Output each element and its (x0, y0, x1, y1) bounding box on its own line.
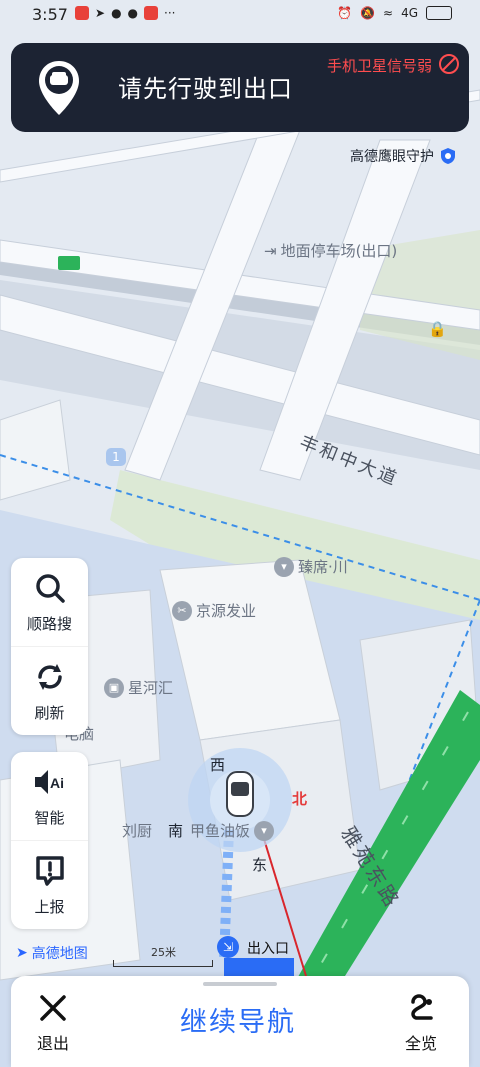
poi-jiayu[interactable]: 甲鱼油饭 ▾ (190, 820, 275, 841)
search-along-button[interactable]: 顺路搜 (11, 558, 88, 646)
satellite-signal-icon (439, 54, 459, 74)
poi-jiayu-label: 甲鱼油饭 (190, 822, 251, 840)
speaker-ai-icon: Ai (34, 769, 64, 794)
poi-zhenxi[interactable]: ▾ 臻席·川 (274, 556, 348, 577)
svg-text:Ai: Ai (50, 775, 64, 791)
poi-liuchu[interactable]: 刘厨 (122, 820, 152, 841)
gps-signal-warning: 手机卫星信号弱 (326, 57, 432, 75)
report-icon (35, 855, 64, 886)
building-icon: ▣ (104, 677, 124, 698)
search-icon (35, 573, 65, 603)
continue-navigation-button[interactable]: 继续导航 (180, 1000, 296, 1039)
refresh-button[interactable]: 刷新 (11, 646, 88, 735)
poi-parking-exit[interactable]: ⇥ 地面停车场(出口) (264, 240, 397, 261)
chat-icon: ● (127, 6, 139, 20)
scale-bar (113, 960, 213, 967)
status-bar: 3:57 ➤ ● ● ··· ⏰ 🔕 ≈ 4G (0, 0, 480, 32)
network-label: 4G (401, 6, 418, 20)
send-icon: ➤ (95, 6, 106, 20)
banner-title: 请先行驶到出口 (118, 75, 293, 103)
poi-xinghe[interactable]: ▣ 星河汇 (104, 677, 173, 698)
car-location-pin-icon (39, 61, 79, 115)
refresh-icon (37, 663, 62, 690)
smart-voice-button[interactable]: Ai 智能 (11, 752, 88, 840)
notification-icons: ➤ ● ● ··· (75, 6, 175, 20)
overview-label: 全览 (405, 1034, 438, 1053)
amap-logo: ➤ 高德地图 (16, 943, 88, 963)
report-label: 上报 (34, 897, 65, 916)
exit-button-label: 退出 (37, 1034, 70, 1053)
route-badge[interactable]: 1 (106, 448, 126, 466)
logo-text: 高德地图 (31, 946, 88, 962)
poi-liuchu-label: 刘厨 (122, 822, 153, 840)
exit-icon: ⇲ (217, 936, 239, 958)
lock-icon: 🔒 (428, 320, 447, 338)
compass-north: 北 (292, 790, 308, 808)
parking-icon: ⇥ (264, 241, 277, 260)
scissors-icon: ✂ (172, 600, 192, 621)
nav-banner: 请先行驶到出口 手机卫星信号弱 (11, 43, 469, 132)
refresh-label: 刷新 (34, 703, 65, 722)
poi-zhenxi-label: 臻席·川 (298, 558, 348, 576)
compass-west: 西 (210, 756, 226, 774)
exit-button[interactable]: 退出 (37, 992, 69, 1054)
system-icons: ⏰ 🔕 ≈ 4G (337, 6, 452, 20)
poi-card-marker[interactable] (58, 256, 80, 270)
logo-arrow-icon: ➤ (16, 945, 28, 961)
overview-button[interactable]: 全览 (405, 992, 437, 1054)
bottom-bar: 退出 继续导航 全览 (11, 976, 469, 1067)
battery-icon (426, 6, 452, 20)
red-app-icon (75, 6, 89, 20)
poi-parking-label: 地面停车场(出口) (280, 242, 398, 260)
restaurant-icon: ▾ (274, 556, 294, 577)
wifi-icon: ≈ (383, 6, 394, 20)
shield-icon (441, 148, 455, 164)
mute-icon: 🔕 (360, 6, 375, 20)
toolbar-bottom: Ai 智能 上报 (11, 752, 88, 929)
scale-label: 25米 (151, 946, 176, 959)
toolbar-top: 顺路搜 刷新 (11, 558, 88, 735)
eye-guard-label: 高德鹰眼守护 (350, 149, 434, 165)
smart-label: 智能 (34, 808, 65, 827)
report-button[interactable]: 上报 (11, 840, 88, 929)
overview-route-icon (411, 994, 433, 1020)
alarm-icon: ⏰ (337, 6, 353, 20)
green-card-icon (58, 256, 80, 270)
red-app-icon-2 (144, 6, 159, 20)
more-icon: ··· (164, 6, 176, 20)
drag-handle[interactable] (203, 982, 277, 986)
wechat-icon: ● (111, 6, 122, 20)
eye-guard-button[interactable]: 高德鹰眼守护 (350, 146, 456, 166)
compass-south: 南 (168, 822, 184, 840)
poi-lock-marker[interactable]: 🔒 (428, 320, 447, 338)
poi-jingyuan[interactable]: ✂ 京源发业 (172, 600, 256, 621)
status-time: 3:57 (32, 5, 68, 24)
poi-xinghe-label: 星河汇 (128, 679, 174, 697)
exit-label: 出入口 (247, 941, 289, 957)
compass-east: 东 (252, 856, 268, 874)
close-icon (40, 995, 66, 1021)
poi-jingyuan-label: 京源发业 (196, 602, 257, 620)
search-along-label: 顺路搜 (26, 614, 72, 633)
restaurant-icon: ▾ (254, 820, 275, 841)
